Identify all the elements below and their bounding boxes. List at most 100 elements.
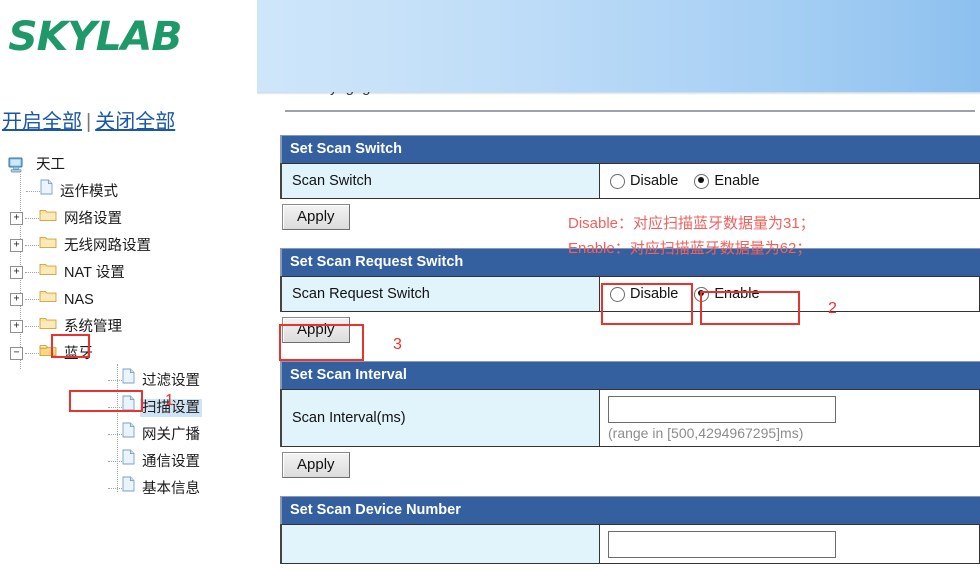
scan-device-number-label [282, 524, 600, 564]
tree-expander-icon[interactable]: + [10, 320, 23, 333]
tree-node-label: 基本信息 [142, 481, 200, 498]
tree-connector [108, 434, 122, 435]
apply-button-scan-request-switch[interactable]: Apply [282, 317, 350, 343]
scan-interval-label: Scan Interval(ms) [282, 389, 600, 447]
folder-icon [39, 232, 57, 259]
navigation-tree: 天工 运作模式+ 网络设置+ 无线网路设置+ NAT 设置+ NAS+ [4, 152, 254, 503]
tree-node-label: 系统管理 [64, 319, 122, 336]
scan-switch-radio-disable[interactable]: Disable [610, 173, 694, 189]
tree-expander-icon[interactable]: + [10, 239, 23, 252]
scan-interval-input[interactable] [608, 396, 836, 423]
document-icon [122, 421, 135, 448]
section-set-scan-device-number: Set Scan Device Number [280, 496, 980, 564]
folder-icon [39, 259, 57, 286]
tree-expander-icon[interactable]: + [10, 266, 23, 279]
scan-request-radio-enable[interactable]: Enable [694, 286, 775, 302]
section-set-scan-interval: Set Scan Interval Scan Interval(ms) (ran… [280, 361, 980, 478]
tree-connector [25, 218, 39, 219]
tree-node-8[interactable]: 扫描设置 [4, 395, 254, 422]
page-root: SKYLAB 开启全部 | 关闭全部 天工 运作模式 + 网络设置 + 无线网路… [0, 0, 980, 570]
tree-connector [25, 326, 39, 327]
radio-label: Disable [630, 173, 679, 189]
tree-node-10[interactable]: 通信设置 [4, 449, 254, 476]
apply-button-scan-interval[interactable]: Apply [282, 452, 350, 478]
tree-connector [25, 272, 39, 273]
table-row: Scan Request Switch Disable Enable [280, 276, 980, 312]
tree-node-11[interactable]: 基本信息 [4, 476, 254, 503]
tree-node-7[interactable]: 过滤设置 [4, 368, 254, 395]
scan-device-number-input[interactable] [608, 531, 836, 558]
radio-label: Enable [714, 173, 760, 189]
document-icon [122, 475, 135, 502]
document-icon [122, 448, 135, 475]
annotation-note-line1: Disable：对应扫描蓝牙数据量为31； [568, 215, 815, 232]
tree-node-9[interactable]: 网关广播 [4, 422, 254, 449]
tree-connector [108, 407, 122, 408]
tree-connector [25, 245, 39, 246]
radio-icon[interactable] [610, 286, 625, 302]
tree-node-label: 通信设置 [142, 454, 200, 471]
tree-node-6[interactable]: − 蓝牙 [4, 341, 254, 368]
tree-connector [108, 461, 122, 462]
disable-all-link[interactable]: 关闭全部 [95, 111, 175, 133]
tree-node-label: 过滤设置 [142, 373, 200, 390]
computer-icon [8, 156, 25, 173]
tree-node-4[interactable]: + NAS [4, 287, 254, 314]
header-banner [257, 0, 980, 92]
global-toggle-links: 开启全部 | 关闭全部 [2, 105, 175, 134]
apply-button-scan-switch[interactable]: Apply [282, 204, 350, 230]
tree-node-3[interactable]: + NAT 设置 [4, 260, 254, 287]
tree-node-1[interactable]: + 网络设置 [4, 206, 254, 233]
table-row: Scan Interval(ms) (range in [500,4294967… [280, 389, 980, 447]
tree-connector [26, 191, 40, 192]
radio-label: Enable [714, 286, 760, 302]
scan-request-radio-disable[interactable]: Disable [610, 286, 694, 302]
tree-expander-icon[interactable]: − [10, 347, 23, 360]
tree-connector [108, 380, 122, 381]
tree-node-2[interactable]: + 无线网路设置 [4, 233, 254, 260]
main-content: Set Scan Switch Scan Switch Disable Enab… [280, 135, 980, 564]
enable-all-link[interactable]: 开启全部 [2, 111, 82, 133]
tree-node-label: 蓝牙 [64, 346, 93, 363]
tree-node-5[interactable]: + 系统管理 [4, 314, 254, 341]
radio-icon[interactable] [610, 173, 625, 189]
scan-switch-options: Disable Enable [600, 163, 980, 199]
scan-request-switch-options: Disable Enable [600, 276, 980, 312]
tree-node-0[interactable]: 运作模式 [4, 179, 254, 206]
cut-off-breadcrumb-text: y g g [330, 92, 750, 101]
tree-node-label: 网关广播 [142, 427, 200, 444]
section-title: Set Scan Switch [280, 135, 980, 163]
radio-icon[interactable] [694, 173, 710, 189]
tree-expander-icon[interactable]: + [10, 293, 23, 306]
tree-node-label: NAT 设置 [64, 265, 125, 282]
folder-icon [39, 286, 57, 313]
tree-node-label: 网络设置 [64, 211, 122, 228]
scan-switch-radio-enable[interactable]: Enable [694, 173, 775, 189]
section-title: Set Scan Interval [280, 361, 980, 389]
tree-node-label: NAS [64, 292, 94, 309]
tree-node-root[interactable]: 天工 [4, 152, 254, 179]
annotation-number-step1: 1 [165, 392, 174, 409]
scan-interval-field-group: (range in [500,4294967295]ms) [600, 389, 980, 447]
section-title: Set Scan Device Number [280, 496, 980, 524]
folder-open-icon [39, 340, 57, 367]
folder-icon [39, 205, 57, 232]
scan-request-switch-label: Scan Request Switch [282, 276, 600, 312]
document-icon [122, 367, 135, 394]
tree-expander-icon[interactable]: + [10, 212, 23, 225]
table-row: Scan Switch Disable Enable [280, 163, 980, 199]
scan-device-number-field-group [600, 524, 980, 564]
radio-icon[interactable] [694, 286, 710, 302]
document-icon [122, 394, 135, 421]
sidebar: SKYLAB 开启全部 | 关闭全部 天工 运作模式 + 网络设置 + 无线网路… [0, 0, 258, 570]
document-icon [40, 178, 53, 205]
tree-node-label: 天工 [36, 157, 66, 173]
horizontal-divider [285, 110, 975, 112]
radio-label: Disable [630, 286, 679, 302]
tree-node-label: 运作模式 [60, 184, 118, 201]
annotation-note-line2: Enable：对应扫描蓝牙数据量为62； [568, 240, 812, 257]
tree-node-label: 无线网路设置 [64, 238, 151, 255]
folder-icon [39, 313, 57, 340]
annotation-number-step2: 2 [828, 300, 837, 317]
